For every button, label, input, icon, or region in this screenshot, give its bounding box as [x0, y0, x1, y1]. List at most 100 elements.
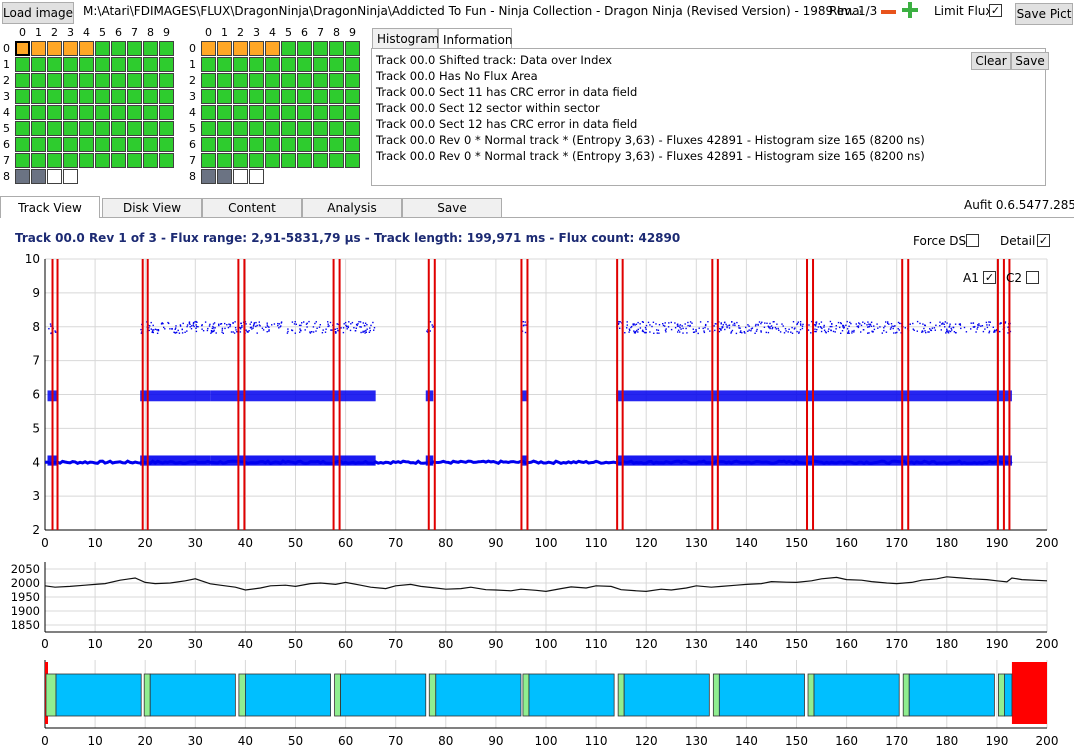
limit-flux-checkbox[interactable]: ✓	[989, 4, 1002, 17]
clear-button[interactable]: Clear	[971, 52, 1011, 70]
save-pict-button[interactable]: Save Pict	[1015, 3, 1073, 25]
track-cell[interactable]	[313, 41, 328, 56]
track-cell[interactable]	[31, 137, 46, 152]
track-cell[interactable]	[111, 57, 126, 72]
track-cell[interactable]	[345, 121, 360, 136]
track-cell[interactable]	[63, 137, 78, 152]
track-cell[interactable]	[79, 105, 94, 120]
track-cell[interactable]	[281, 105, 296, 120]
track-cell[interactable]	[329, 89, 344, 104]
track-cell[interactable]	[329, 121, 344, 136]
track-cell[interactable]	[95, 121, 110, 136]
track-cell[interactable]	[313, 137, 328, 152]
track-cell[interactable]	[313, 105, 328, 120]
detail-checkbox[interactable]: ✓	[1037, 234, 1050, 247]
track-cell[interactable]	[63, 153, 78, 168]
track-cell[interactable]	[15, 137, 30, 152]
track-cell[interactable]	[233, 89, 248, 104]
track-cell[interactable]	[249, 105, 264, 120]
track-cell[interactable]	[249, 137, 264, 152]
track-cell[interactable]	[313, 57, 328, 72]
track-cell[interactable]	[281, 73, 296, 88]
track-cell[interactable]	[329, 57, 344, 72]
track-cell[interactable]	[249, 57, 264, 72]
track-cell[interactable]	[31, 73, 46, 88]
minus-icon[interactable]	[881, 4, 896, 19]
track-cell[interactable]	[143, 105, 158, 120]
tab-information[interactable]: Information	[438, 28, 512, 50]
track-cell[interactable]	[31, 121, 46, 136]
track-cell[interactable]	[47, 105, 62, 120]
tab-save[interactable]: Save	[402, 198, 502, 218]
track-cell[interactable]	[201, 121, 216, 136]
track-cell[interactable]	[111, 89, 126, 104]
track-cell[interactable]	[329, 41, 344, 56]
track-cell[interactable]	[47, 169, 62, 184]
tab-histogram[interactable]: Histogram	[372, 28, 439, 49]
track-cell[interactable]	[233, 105, 248, 120]
track-cell[interactable]	[217, 41, 232, 56]
track-cell[interactable]	[249, 169, 264, 184]
track-cell[interactable]	[265, 41, 280, 56]
tab-disk-view[interactable]: Disk View	[102, 198, 202, 218]
track-cell[interactable]	[313, 153, 328, 168]
track-cell[interactable]	[127, 137, 142, 152]
track-cell[interactable]	[15, 105, 30, 120]
track-cell[interactable]	[201, 153, 216, 168]
c2-checkbox[interactable]	[1026, 271, 1039, 284]
track-cell[interactable]	[329, 153, 344, 168]
track-cell[interactable]	[111, 121, 126, 136]
track-cell[interactable]	[15, 89, 30, 104]
track-cell[interactable]	[31, 153, 46, 168]
track-cell[interactable]	[217, 105, 232, 120]
track-cell[interactable]	[281, 57, 296, 72]
track-cell[interactable]	[281, 89, 296, 104]
track-cell[interactable]	[345, 105, 360, 120]
track-cell[interactable]	[159, 121, 174, 136]
track-cell[interactable]	[79, 57, 94, 72]
track-cell[interactable]	[79, 89, 94, 104]
track-cell[interactable]	[127, 121, 142, 136]
track-cell[interactable]	[15, 121, 30, 136]
track-cell[interactable]	[47, 89, 62, 104]
track-cell[interactable]	[159, 105, 174, 120]
track-cell[interactable]	[159, 137, 174, 152]
track-cell[interactable]	[297, 121, 312, 136]
track-cell[interactable]	[143, 153, 158, 168]
track-cell[interactable]	[111, 73, 126, 88]
track-cell[interactable]	[63, 121, 78, 136]
track-cell[interactable]	[329, 73, 344, 88]
track-cell[interactable]	[31, 89, 46, 104]
info-save-button[interactable]: Save	[1011, 52, 1049, 70]
track-cell[interactable]	[47, 57, 62, 72]
track-cell[interactable]	[217, 89, 232, 104]
track-cell[interactable]	[127, 153, 142, 168]
track-cell[interactable]	[217, 73, 232, 88]
track-cell[interactable]	[249, 121, 264, 136]
track-cell[interactable]	[63, 57, 78, 72]
track-cell[interactable]	[15, 57, 30, 72]
track-cell[interactable]	[15, 41, 30, 56]
track-cell[interactable]	[217, 153, 232, 168]
track-cell[interactable]	[233, 121, 248, 136]
a1-checkbox[interactable]: ✓	[983, 271, 996, 284]
track-cell[interactable]	[127, 41, 142, 56]
track-cell[interactable]	[249, 89, 264, 104]
track-cell[interactable]	[31, 105, 46, 120]
track-cell[interactable]	[281, 153, 296, 168]
track-cell[interactable]	[265, 57, 280, 72]
track-cell[interactable]	[249, 41, 264, 56]
track-cell[interactable]	[159, 153, 174, 168]
track-cell[interactable]	[201, 137, 216, 152]
track-cell[interactable]	[201, 41, 216, 56]
track-cell[interactable]	[143, 121, 158, 136]
track-cell[interactable]	[345, 137, 360, 152]
track-cell[interactable]	[159, 57, 174, 72]
track-cell[interactable]	[95, 41, 110, 56]
track-cell[interactable]	[159, 41, 174, 56]
track-cell[interactable]	[265, 137, 280, 152]
track-cell[interactable]	[63, 41, 78, 56]
track-cell[interactable]	[95, 153, 110, 168]
track-cell[interactable]	[297, 89, 312, 104]
track-cell[interactable]	[233, 153, 248, 168]
